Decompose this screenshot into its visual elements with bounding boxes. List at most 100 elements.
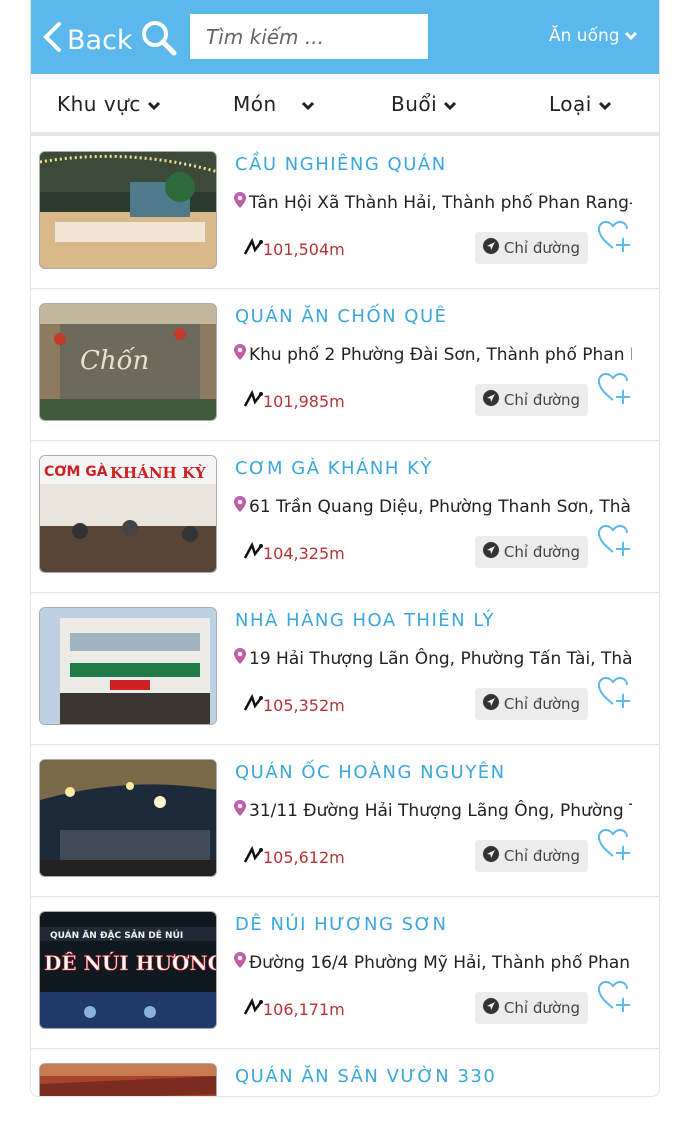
filter-type-label: Loại <box>549 92 592 116</box>
category-dropdown[interactable]: Ăn uống <box>549 26 638 46</box>
restaurant-address: Khu phố 2 Phường Đài Sơn, Thành phố Phan… <box>234 344 632 365</box>
distance: 104,325m <box>243 541 345 564</box>
restaurant-photo[interactable] <box>39 759 217 877</box>
list-item[interactable]: QUÁN ĂN SÂN VƯỜN 330 <box>31 1048 659 1096</box>
chevron-down-icon <box>624 26 638 46</box>
list-item[interactable]: CƠM GÀ KHÁNH KỲ CƠM GÀ KHÁNH KỲ 61 Trần … <box>31 440 659 593</box>
restaurant-address: Tân Hội Xã Thành Hải, Thành phố Phan Ran… <box>234 192 632 213</box>
address-text: Khu phố 2 Phường Đài Sơn, Thành phố Phan… <box>249 344 632 365</box>
top-bar: Back Ăn uống <box>31 0 659 74</box>
directions-label: Chỉ đường <box>503 239 581 257</box>
filter-session-label: Buổi <box>391 92 438 116</box>
navigation-icon <box>482 238 504 258</box>
chevron-down-icon <box>592 92 612 116</box>
distance-text: 101,985m <box>263 391 345 411</box>
restaurant-name[interactable]: CƠM GÀ KHÁNH KỲ <box>235 458 433 479</box>
directions-button[interactable]: Chỉ đường <box>475 384 588 416</box>
list-item[interactable]: QUÁN ỐC HOÀNG NGUYÊN 31/11 Đường Hải Thư… <box>31 744 659 897</box>
map-pin-icon <box>234 496 249 517</box>
distance: 101,985m <box>243 389 345 412</box>
restaurant-address: 61 Trần Quang Diệu, Phường Thanh Sơn, Th… <box>234 496 632 517</box>
route-icon <box>243 845 263 868</box>
address-text: 61 Trần Quang Diệu, Phường Thanh Sơn, Th… <box>249 496 632 517</box>
restaurant-name[interactable]: QUÁN ỐC HOÀNG NGUYÊN <box>235 762 506 783</box>
chevron-left-icon <box>41 21 67 60</box>
map-pin-icon <box>234 344 249 365</box>
directions-label: Chỉ đường <box>503 999 581 1017</box>
route-icon <box>243 541 263 564</box>
filter-type[interactable]: Loại <box>549 92 612 116</box>
address-text: Tân Hội Xã Thành Hải, Thành phố Phan Ran… <box>249 192 632 213</box>
add-favorite-icon[interactable] <box>597 980 633 1018</box>
address-text: Đường 16/4 Phường Mỹ Hải, Thành phố Phan… <box>249 952 632 973</box>
filter-dish[interactable]: Món <box>233 92 315 116</box>
list-item[interactable]: CẦU NGHIÊNG QUÁN Tân Hội Xã Thành Hải, T… <box>31 136 659 289</box>
distance-text: 105,352m <box>263 695 345 715</box>
filter-dish-label: Món <box>233 92 277 116</box>
restaurant-name[interactable]: QUÁN ĂN SÂN VƯỜN 330 <box>235 1066 496 1087</box>
restaurant-name[interactable]: DÊ NÚI HƯƠNG SƠN <box>235 914 448 935</box>
list-item[interactable]: QUÁN ĂN ĐẶC SẢN DÊ NÚI DÊ NÚI HƯƠNG SƠ D… <box>31 896 659 1049</box>
svg-text:KHÁNH KỲ: KHÁNH KỲ <box>110 464 206 482</box>
add-favorite-icon[interactable] <box>597 676 633 714</box>
app-frame: Back Ăn uống Khu vực Món Buổi Loại <box>30 0 660 1097</box>
chevron-down-icon <box>437 92 457 116</box>
navigation-icon <box>482 998 504 1018</box>
distance: 105,612m <box>243 845 345 868</box>
restaurant-name[interactable]: QUÁN ĂN CHỐN QUÊ <box>235 306 448 327</box>
back-button[interactable]: Back <box>41 20 133 60</box>
add-favorite-icon[interactable] <box>597 524 633 562</box>
map-pin-icon <box>234 192 249 213</box>
chevron-down-icon <box>295 92 315 116</box>
restaurant-address: 19 Hải Thượng Lãn Ông, Phường Tấn Tài, T… <box>234 648 632 669</box>
route-icon <box>243 389 263 412</box>
address-text: 31/11 Đường Hải Thượng Lãng Ông, Phường … <box>249 800 632 821</box>
svg-text:Chốn: Chốn <box>80 346 149 376</box>
address-text: 19 Hải Thượng Lãn Ông, Phường Tấn Tài, T… <box>249 648 632 669</box>
directions-button[interactable]: Chỉ đường <box>475 232 588 264</box>
distance: 106,171m <box>243 997 345 1020</box>
restaurant-photo[interactable] <box>39 1063 217 1096</box>
map-pin-icon <box>234 800 249 821</box>
restaurant-name[interactable]: NHÀ HÀNG HOA THIÊN LÝ <box>235 610 495 631</box>
restaurant-photo[interactable]: QUÁN ĂN ĐẶC SẢN DÊ NÚI DÊ NÚI HƯƠNG SƠ <box>39 911 217 1029</box>
add-favorite-icon[interactable] <box>597 220 633 258</box>
directions-button[interactable]: Chỉ đường <box>475 840 588 872</box>
add-favorite-icon[interactable] <box>597 828 633 866</box>
directions-label: Chỉ đường <box>503 391 581 409</box>
directions-button[interactable]: Chỉ đường <box>475 536 588 568</box>
search-icon[interactable] <box>141 20 177 60</box>
chevron-down-icon <box>141 92 161 116</box>
filter-area-label: Khu vực <box>57 92 141 116</box>
navigation-icon <box>482 694 504 714</box>
filter-session[interactable]: Buổi <box>391 92 457 116</box>
list-item[interactable]: NHÀ HÀNG HOA THIÊN LÝ 19 Hải Thượng Lãn … <box>31 592 659 745</box>
navigation-icon <box>482 390 504 410</box>
directions-label: Chỉ đường <box>503 847 581 865</box>
route-icon <box>243 997 263 1020</box>
restaurant-address: Đường 16/4 Phường Mỹ Hải, Thành phố Phan… <box>234 952 632 973</box>
distance-text: 106,171m <box>263 999 345 1019</box>
directions-button[interactable]: Chỉ đường <box>475 992 588 1024</box>
directions-label: Chỉ đường <box>503 695 581 713</box>
restaurant-photo[interactable] <box>39 607 217 725</box>
category-label: Ăn uống <box>549 26 620 46</box>
svg-text:QUÁN ĂN ĐẶC SẢN DÊ NÚI: QUÁN ĂN ĐẶC SẢN DÊ NÚI <box>50 929 183 941</box>
list-item[interactable]: Chốn QUÁN ĂN CHỐN QUÊ Khu phố 2 Phường Đ… <box>31 288 659 441</box>
filter-area[interactable]: Khu vực <box>57 92 161 116</box>
svg-text:CƠM GÀ: CƠM GÀ <box>44 463 108 480</box>
directions-button[interactable]: Chỉ đường <box>475 688 588 720</box>
search-input[interactable] <box>190 14 428 59</box>
restaurant-photo[interactable] <box>39 151 217 269</box>
restaurant-photo[interactable]: Chốn <box>39 303 217 421</box>
navigation-icon <box>482 846 504 866</box>
distance-text: 101,504m <box>263 239 345 259</box>
route-icon <box>243 237 263 260</box>
back-label: Back <box>67 24 133 56</box>
add-favorite-icon[interactable] <box>597 372 633 410</box>
restaurant-name[interactable]: CẦU NGHIÊNG QUÁN <box>235 154 447 175</box>
restaurant-photo[interactable]: CƠM GÀ KHÁNH KỲ <box>39 455 217 573</box>
filter-bar: Khu vực Món Buổi Loại <box>31 74 659 136</box>
distance: 101,504m <box>243 237 345 260</box>
svg-text:DÊ NÚI HƯƠNG SƠ: DÊ NÚI HƯƠNG SƠ <box>44 950 217 975</box>
